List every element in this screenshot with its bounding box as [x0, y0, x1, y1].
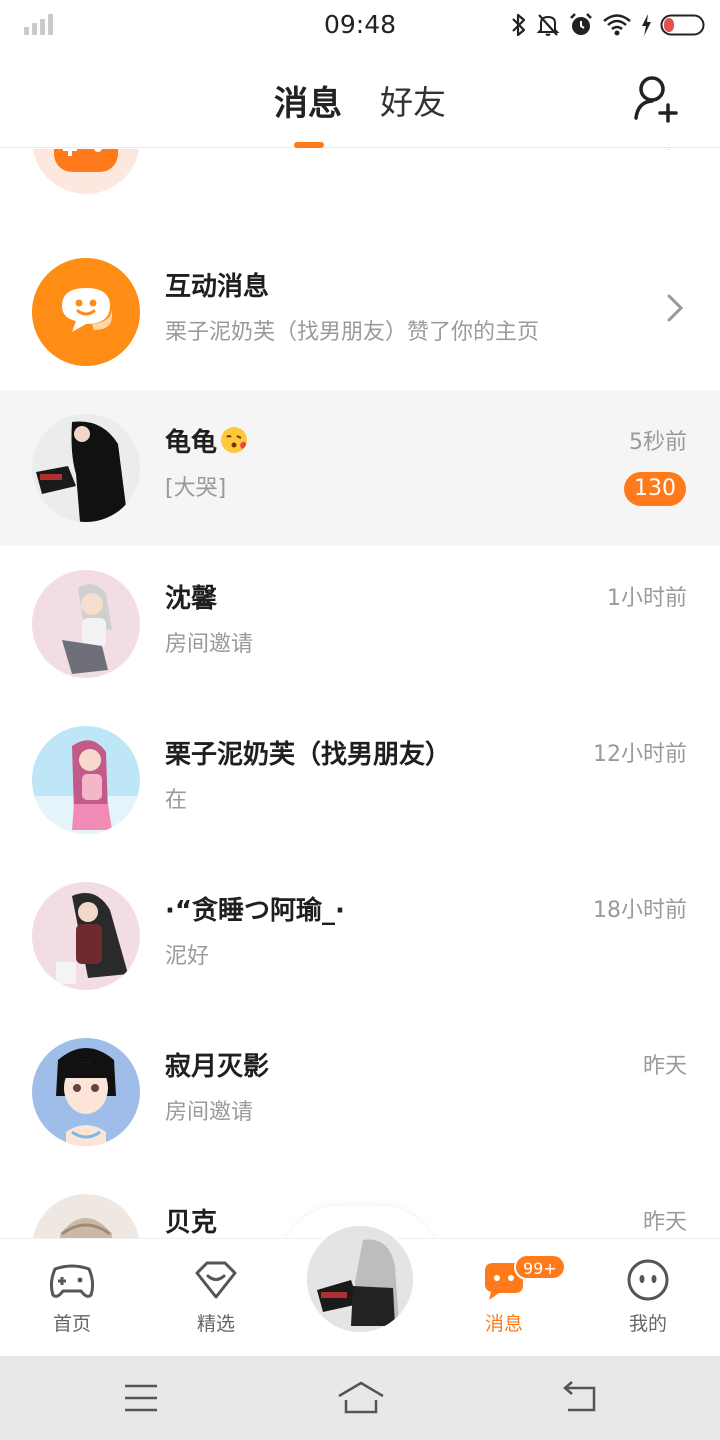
nav-label: 消息 [484, 1313, 523, 1335]
nav-label: 我的 [628, 1313, 667, 1335]
active-tab-indicator [294, 142, 324, 148]
chat-smile-icon [32, 258, 140, 366]
system-nav-bar [0, 1356, 720, 1440]
charging-icon [642, 14, 651, 36]
list-item-game-center[interactable] [0, 149, 720, 218]
gamepad-icon [49, 1264, 95, 1298]
conversation-time: 1小时前 [607, 586, 687, 611]
conversation-preview: 房间邀请 [165, 1100, 254, 1125]
chevron-right-icon [667, 294, 684, 322]
avatar [32, 570, 140, 678]
alarm-icon [570, 13, 592, 35]
messages-badge: 99+ [514, 1254, 566, 1280]
conversation-name: 龟龟 [165, 428, 218, 458]
status-icons [510, 10, 706, 40]
conversation-preview: 房间邀请 [165, 632, 254, 657]
list-item-conversation[interactable]: 栗子泥奶芙（找男朋友） 在 12小时前 [0, 702, 720, 858]
status-bar: 09:48 [0, 0, 720, 52]
conversation-time: 12小时前 [593, 742, 687, 767]
list-item-conversation[interactable]: ·“贪睡つ阿瑜_· 泥好 18小时前 [0, 858, 720, 1014]
unread-count-badge: 130 [624, 472, 686, 506]
header: 消息 好友 [0, 52, 720, 148]
heart-gem-icon [195, 1261, 237, 1299]
conversation-list[interactable]: 互动消息 栗子泥奶芙（找男朋友）赞了你的主页 龟龟 [大哭] 5秒前 130 沈… [0, 149, 720, 1238]
avatar [32, 882, 140, 990]
conversation-name: 栗子泥奶芙（找男朋友） [165, 740, 452, 770]
conversation-time: 昨天 [642, 1210, 687, 1235]
conversation-preview: [大哭] [165, 476, 227, 501]
nav-home[interactable]: 首页 [22, 1257, 122, 1336]
interaction-avatar [32, 258, 140, 366]
tab-friends[interactable]: 好友 [380, 76, 446, 124]
conversation-name: 寂月灭影 [165, 1052, 270, 1082]
wifi-icon [603, 14, 631, 36]
conversation-preview: 泥好 [165, 944, 210, 969]
list-item-conversation[interactable]: 龟龟 [大哭] 5秒前 130 [0, 390, 720, 546]
conversation-time: 昨天 [642, 1054, 687, 1079]
conversation-name: 沈馨 [165, 584, 218, 614]
kissing-face-emoji [221, 427, 248, 453]
list-item-interaction-messages[interactable]: 互动消息 栗子泥奶芙（找男朋友）赞了你的主页 [0, 234, 720, 390]
menu-icon[interactable] [122, 1378, 160, 1418]
conversation-preview: 在 [165, 788, 188, 813]
list-item-conversation[interactable]: 沈馨 房间邀请 1小时前 [0, 546, 720, 702]
conversation-time: 5秒前 [629, 430, 687, 455]
nav-label: 精选 [196, 1313, 235, 1335]
nav-me[interactable]: 我的 [598, 1257, 698, 1336]
conversation-name-row: 龟龟 [165, 422, 249, 459]
center-avatar-button[interactable] [304, 1223, 416, 1335]
avatar [32, 726, 140, 834]
battery-icon [660, 14, 705, 36]
gamepad-icon [54, 149, 118, 172]
conversation-name: 贝克 [165, 1208, 218, 1238]
bluetooth-icon [512, 13, 526, 37]
back-icon[interactable] [558, 1378, 600, 1418]
conversation-time: 18小时前 [593, 898, 687, 923]
add-friend-icon[interactable] [632, 74, 680, 124]
home-icon[interactable] [336, 1378, 386, 1418]
list-item-conversation[interactable]: 寂月灭影 房间邀请 昨天 [0, 1014, 720, 1170]
avatar [32, 1038, 140, 1146]
face-icon [627, 1259, 669, 1301]
conversation-name: 互动消息 [165, 272, 270, 302]
chevron-right-icon [667, 149, 671, 150]
tab-messages[interactable]: 消息 [274, 76, 342, 125]
game-avatar [32, 149, 140, 194]
avatar [32, 414, 140, 522]
avatar [32, 1194, 140, 1238]
avatar [307, 1226, 413, 1332]
mute-bell-icon [536, 14, 560, 36]
nav-featured[interactable]: 精选 [166, 1257, 266, 1336]
conversation-preview: 栗子泥奶芙（找男朋友）赞了你的主页 [165, 320, 540, 345]
conversation-name: ·“贪睡つ阿瑜_· [165, 896, 345, 926]
nav-label: 首页 [52, 1313, 91, 1335]
